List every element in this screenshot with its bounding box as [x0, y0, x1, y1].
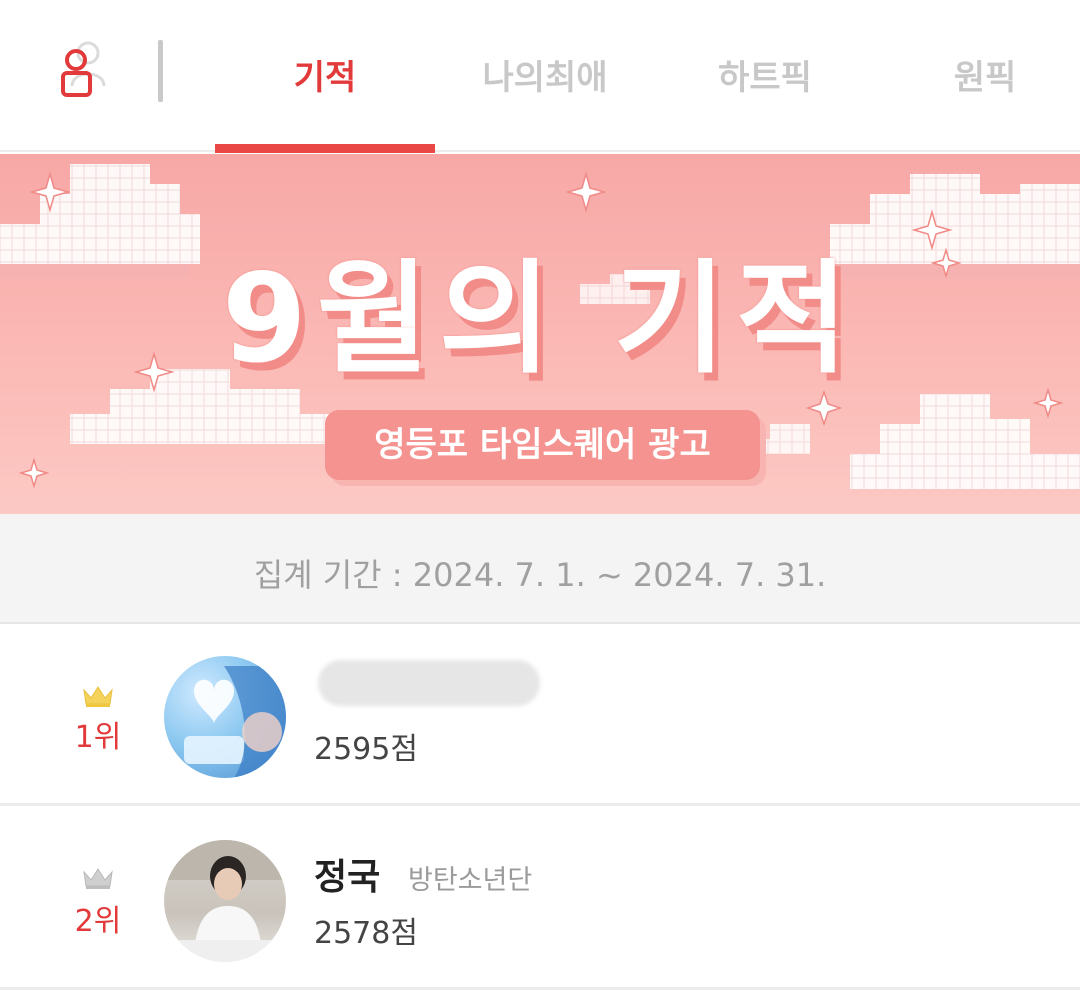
tab-miracle[interactable]: 기적 [215, 50, 435, 99]
tab-one-pick[interactable]: 원픽 [880, 50, 1080, 99]
ranking-row[interactable]: 2위 정국 방탄소년단 2578점 [0, 808, 1080, 990]
aggregation-period: 집계 기간 : 2024. 7. 1. ~ 2024. 7. 31. [0, 514, 1080, 624]
active-tab-indicator [215, 144, 435, 153]
rank-label: 2위 [74, 904, 122, 939]
period-range: 2024. 7. 1. ~ 2024. 7. 31. [412, 556, 827, 594]
profile-icon[interactable] [56, 48, 100, 100]
redacted-name [318, 660, 540, 706]
period-text: 집계 기간 : 2024. 7. 1. ~ 2024. 7. 31. [0, 550, 1080, 596]
period-label: 집계 기간 : [253, 556, 403, 594]
avatar[interactable] [164, 840, 286, 962]
avatar-photo [164, 840, 286, 962]
gold-crown-icon [83, 686, 113, 707]
event-banner[interactable]: 9월의 기적 영등포 타임스퀘어 광고 [0, 154, 1080, 514]
avatar[interactable] [164, 656, 286, 778]
artist-name: 정국 [314, 857, 381, 898]
group-name: 방탄소년단 [408, 865, 533, 896]
scroll-indicator [158, 40, 163, 102]
ranking-row[interactable]: 1위 2595점 [0, 624, 1080, 806]
silver-crown-icon [83, 868, 113, 889]
banner-title: 9월의 기적 [221, 248, 859, 390]
banner-subtitle: 영등포 타임스퀘어 광고 [325, 410, 760, 480]
avatar-illustration [184, 666, 286, 778]
top-navigation: 기적 나의최애 하트픽 원픽 [0, 0, 1080, 153]
rank-label: 1위 [74, 720, 122, 755]
score: 2578점 [314, 916, 418, 951]
score: 2595점 [314, 732, 418, 767]
tab-my-favorite[interactable]: 나의최애 [440, 50, 650, 99]
tab-heart-pick[interactable]: 하트픽 [660, 50, 870, 99]
